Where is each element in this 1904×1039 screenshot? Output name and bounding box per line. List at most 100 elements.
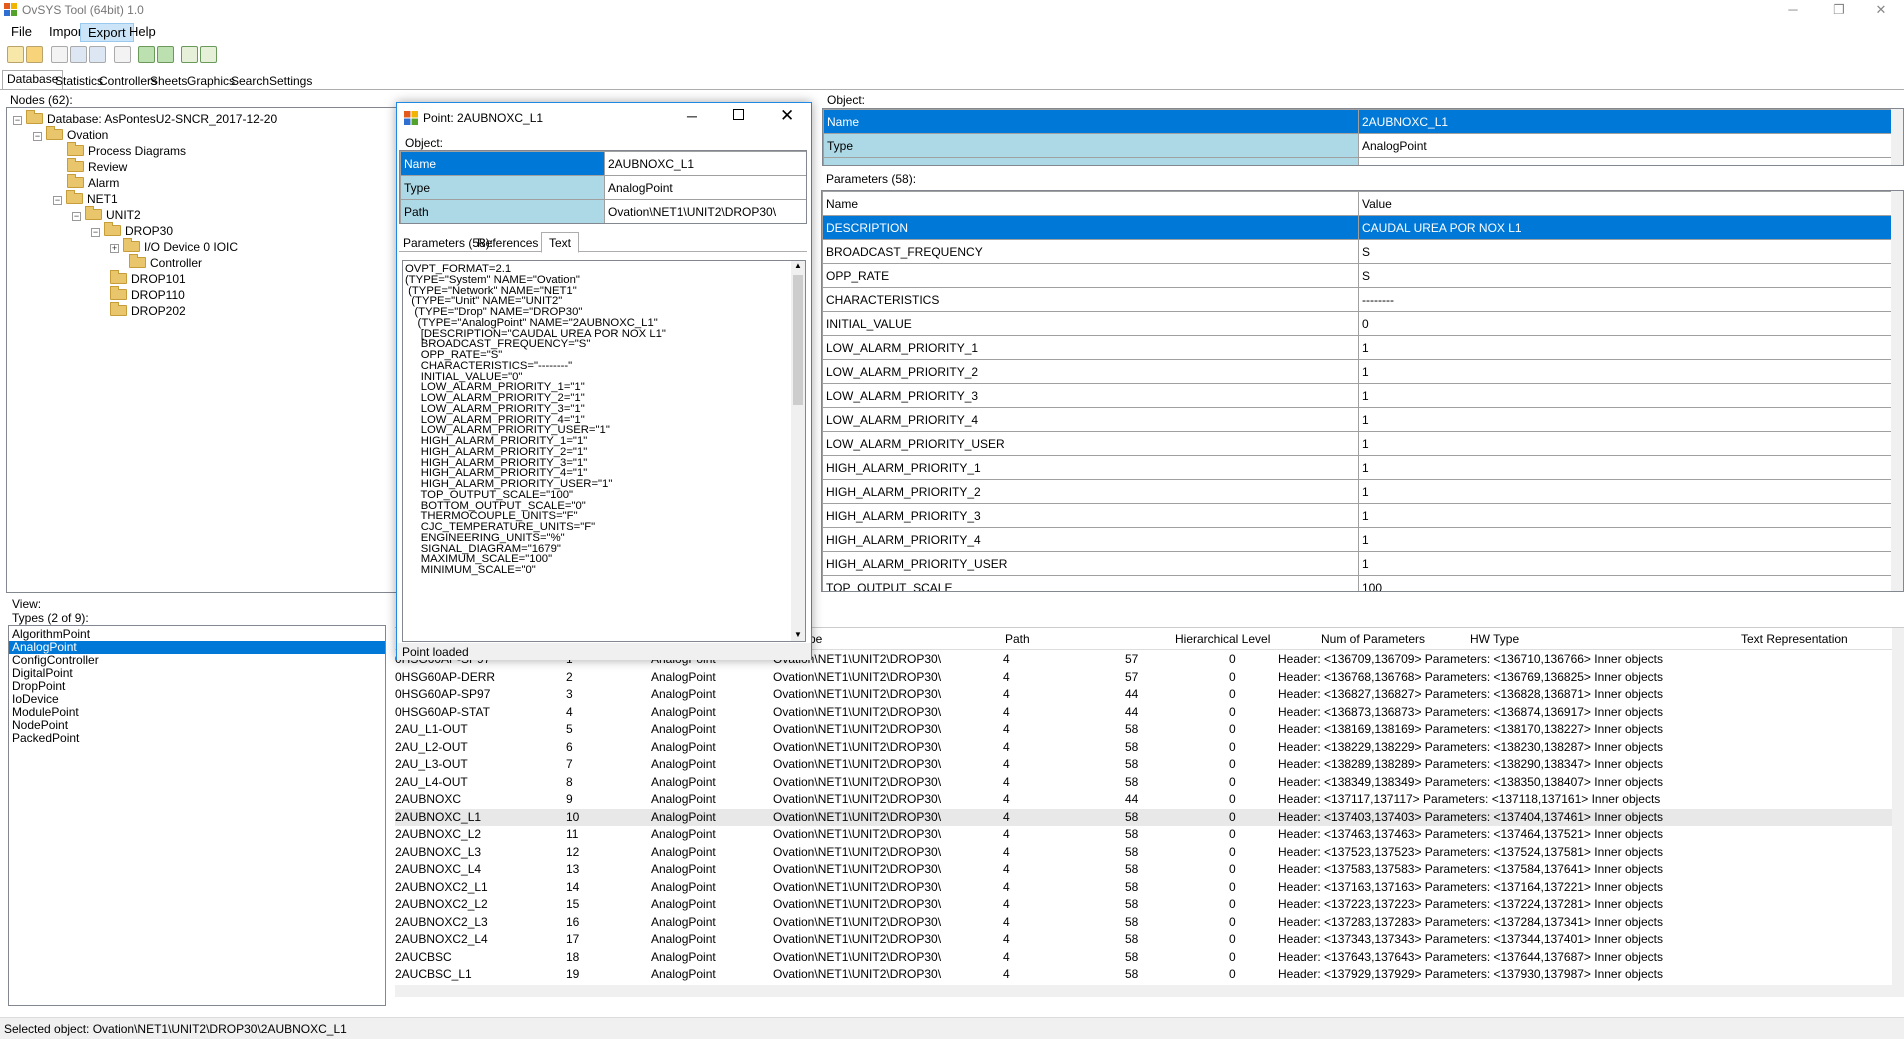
tree-node-database[interactable]: − Database: AsPontesU2-SNCR_2017-12-20 — [13, 110, 277, 127]
table-row[interactable]: 2AUCBSC 18 AnalogPoint Ovation\NET1\UNIT2\D… — [395, 949, 1892, 966]
parameters-scrollbar[interactable] — [1891, 191, 1903, 591]
properties-icon[interactable] — [114, 46, 131, 63]
type-item-digitalpoint[interactable]: DigitalPoint — [9, 667, 385, 680]
save-all-icon[interactable] — [89, 46, 106, 63]
dialog-close-icon[interactable]: ✕ — [780, 106, 794, 126]
dialog-text-area[interactable]: OVPT_FORMAT=2.1 (TYPE="System" NAME="Ovat… — [402, 260, 806, 642]
table-row[interactable]: 2AUBNOXC_L1 10 AnalogPoint Ovation\NET1\UNI… — [395, 808, 1892, 826]
dialog-row-name[interactable]: Name 2AUBNOXC_L1 — [400, 151, 806, 176]
tree-node-drop110[interactable]: DROP110 — [110, 286, 185, 303]
scroll-down-icon[interactable]: ▼ — [794, 630, 802, 639]
table-row[interactable]: 2AUCBSC_L1 19 AnalogPoint Ovation\NET1\UNIT… — [395, 966, 1892, 983]
parameter-row[interactable]: LOW_ALARM_PRIORITY_4 1 — [822, 407, 1894, 432]
parameter-row[interactable]: LOW_ALARM_PRIORITY_2 1 — [822, 359, 1894, 384]
collapse-icon[interactable]: − — [53, 196, 62, 205]
table-row[interactable]: 2AUBNOXC_L2 11 AnalogPoint Ovation\NET1\UNI… — [395, 826, 1892, 843]
tree-node-drop101[interactable]: DROP101 — [110, 270, 186, 287]
table-row[interactable]: 0HSG60AP-STAT 4 AnalogPoint Ovation\NET1\UN… — [395, 704, 1892, 721]
points-scrollbar[interactable] — [1892, 628, 1904, 986]
parameter-row[interactable]: LOW_ALARM_PRIORITY_1 1 — [822, 335, 1894, 360]
scrollbar-thumb[interactable] — [793, 275, 803, 405]
parameter-row[interactable]: LOW_ALARM_PRIORITY_3 1 — [822, 383, 1894, 408]
tree-node-drop202[interactable]: DROP202 — [110, 302, 186, 319]
close-window-button[interactable]: ✕ — [1858, 0, 1904, 20]
column-header-name[interactable]: Name — [822, 191, 1359, 216]
tree-node-alarm[interactable]: Alarm — [67, 174, 119, 191]
table-row[interactable]: 2AU_L3-OUT 7 AnalogPoint Ovation\NET1\UNIT2… — [395, 756, 1892, 773]
parameter-row[interactable]: BROADCAST_FREQUENCY S — [822, 239, 1894, 264]
table-row[interactable]: 2AU_L4-OUT 8 AnalogPoint Ovation\NET1\UNIT2… — [395, 774, 1892, 791]
parameter-row[interactable]: CHARACTERISTICS -------- — [822, 287, 1894, 312]
table-row[interactable]: 2AUBNOXC2_L3 16 AnalogPoint Ovation\NET1\UN… — [395, 914, 1892, 931]
restore-button[interactable]: ❐ — [1816, 0, 1862, 20]
parameters-grid[interactable]: Name Value DESCRIPTION CAUDAL UREA POR NOX… — [821, 190, 1904, 592]
collapse-icon[interactable]: − — [13, 116, 22, 125]
save-as-icon[interactable] — [70, 46, 87, 63]
table-row[interactable]: 2AUBNOXC 9 AnalogPoint Ovation\NET1\UNIT2\D… — [395, 791, 1892, 808]
tab-settings[interactable]: Settings — [264, 72, 317, 90]
collapse-icon[interactable]: − — [91, 228, 100, 237]
dialog-maximize-icon[interactable] — [733, 109, 744, 120]
column-header-hw-type[interactable]: HW Type — [1470, 632, 1519, 646]
table-row[interactable]: 2AUBNOXC_L4 13 AnalogPoint Ovation\NET1\UNI… — [395, 861, 1892, 878]
type-item-droppoint[interactable]: DropPoint — [9, 680, 385, 693]
collapse-icon[interactable]: − — [33, 132, 42, 141]
dialog-minimize-icon[interactable]: ─ — [687, 108, 697, 124]
import-excel-icon[interactable] — [157, 46, 174, 63]
table-row[interactable]: 0HSG60AP-SP97 3 AnalogPoint Ovation\NET1\UN… — [395, 686, 1892, 703]
open-binary-icon[interactable] — [7, 46, 24, 63]
open-database-icon[interactable] — [26, 46, 43, 63]
column-header-num-params[interactable]: Num of Parameters — [1321, 632, 1425, 646]
column-header-text[interactable]: Text Representation — [1741, 632, 1848, 646]
column-header-path[interactable]: Path — [1005, 632, 1030, 646]
object-row-path[interactable]: PathOvation\NET1\UNIT2\DROP30\ — [823, 157, 1894, 165]
parameter-row[interactable]: HIGH_ALARM_PRIORITY_USER 1 — [822, 551, 1894, 576]
parameter-row[interactable]: HIGH_ALARM_PRIORITY_4 1 — [822, 527, 1894, 552]
parameter-row[interactable]: LOW_ALARM_PRIORITY_USER 1 — [822, 431, 1894, 456]
column-header-level[interactable]: Hierarchical Level — [1175, 632, 1270, 646]
points-h-scrollbar[interactable] — [395, 985, 1904, 997]
table-row[interactable]: 2AUBNOXC2_L2 15 AnalogPoint Ovation\NET1\UN… — [395, 896, 1892, 913]
table-row[interactable]: 2AUBNOXC_L3 12 AnalogPoint Ovation\NET1\UNI… — [395, 844, 1892, 861]
menu-file[interactable]: File — [4, 23, 39, 42]
parameter-row[interactable]: HIGH_ALARM_PRIORITY_2 1 — [822, 479, 1894, 504]
parameter-row[interactable]: INITIAL_VALUE 0 — [822, 311, 1894, 336]
object-row-type[interactable]: Type AnalogPoint — [823, 133, 1894, 158]
collapse-icon[interactable]: − — [72, 212, 81, 221]
tree-node-ovation[interactable]: − Ovation — [33, 126, 108, 143]
points-table[interactable]: ype Path Hierarchical Level Num of Param… — [395, 627, 1904, 997]
expand-icon[interactable]: + — [110, 244, 119, 253]
export-excel-icon[interactable] — [138, 46, 155, 63]
save-icon[interactable] — [51, 46, 68, 63]
menu-help[interactable]: Help — [122, 23, 163, 42]
minimize-button[interactable]: ─ — [1770, 0, 1816, 20]
tree-node-io-device[interactable]: + I/O Device 0 IOIC — [110, 238, 238, 255]
object-scrollbar[interactable] — [1891, 109, 1903, 165]
tree-node-net1[interactable]: − NET1 — [53, 190, 118, 207]
type-item-packedpoint[interactable]: PackedPoint — [9, 732, 385, 745]
tree-node-review[interactable]: Review — [67, 158, 127, 175]
types-list[interactable]: AlgorithmPoint AnalogPoint ConfigControl… — [8, 625, 386, 1006]
tree-node-controller[interactable]: Controller — [129, 254, 202, 271]
table-row[interactable]: 2AUBNOXC2_L4 17 AnalogPoint Ovation\NET1\UN… — [395, 931, 1892, 948]
dialog-titlebar[interactable]: Point: 2AUBNOXC_L1 ─ ✕ — [397, 103, 811, 133]
tree-node-drop30[interactable]: − DROP30 — [91, 222, 173, 239]
nodes-tree[interactable]: − Database: AsPontesU2-SNCR_2017-12-20 − O… — [6, 107, 398, 593]
tree-node-process-diagrams[interactable]: Process Diagrams — [67, 142, 186, 159]
dialog-tab-text[interactable]: Text — [541, 232, 580, 253]
scroll-up-icon[interactable]: ▲ — [794, 261, 802, 270]
parameter-row[interactable]: TOP_OUTPUT_SCALE 100 — [822, 575, 1894, 591]
parameter-row[interactable]: DESCRIPTION CAUDAL UREA POR NOX L1 — [822, 215, 1894, 240]
table-row[interactable]: 2AU_L2-OUT 6 AnalogPoint Ovation\NET1\UNIT2… — [395, 739, 1892, 756]
parameter-row[interactable]: HIGH_ALARM_PRIORITY_1 1 — [822, 455, 1894, 480]
table-row[interactable]: 2AUBNOXC2_L1 14 AnalogPoint Ovation\NET1\UN… — [395, 879, 1892, 896]
dialog-text-scrollbar[interactable]: ▲ ▼ — [791, 261, 805, 641]
column-header-value[interactable]: Value — [1358, 191, 1894, 216]
dialog-row-type[interactable]: Type AnalogPoint — [400, 175, 806, 200]
download-all-icon[interactable] — [200, 46, 217, 63]
object-row-name[interactable]: Name 2AUBNOXC_L1 — [823, 109, 1894, 134]
parameter-row[interactable]: HIGH_ALARM_PRIORITY_3 1 — [822, 503, 1894, 528]
table-row[interactable]: 2AU_L1-OUT 5 AnalogPoint Ovation\NET1\UNIT2… — [395, 721, 1892, 738]
object-grid[interactable]: Name2AUBNOXC_L1 TypeAnalogPoint PathOvat… — [822, 108, 1904, 166]
dialog-row-path[interactable]: Path Ovation\NET1\UNIT2\DROP30\ — [400, 199, 806, 223]
